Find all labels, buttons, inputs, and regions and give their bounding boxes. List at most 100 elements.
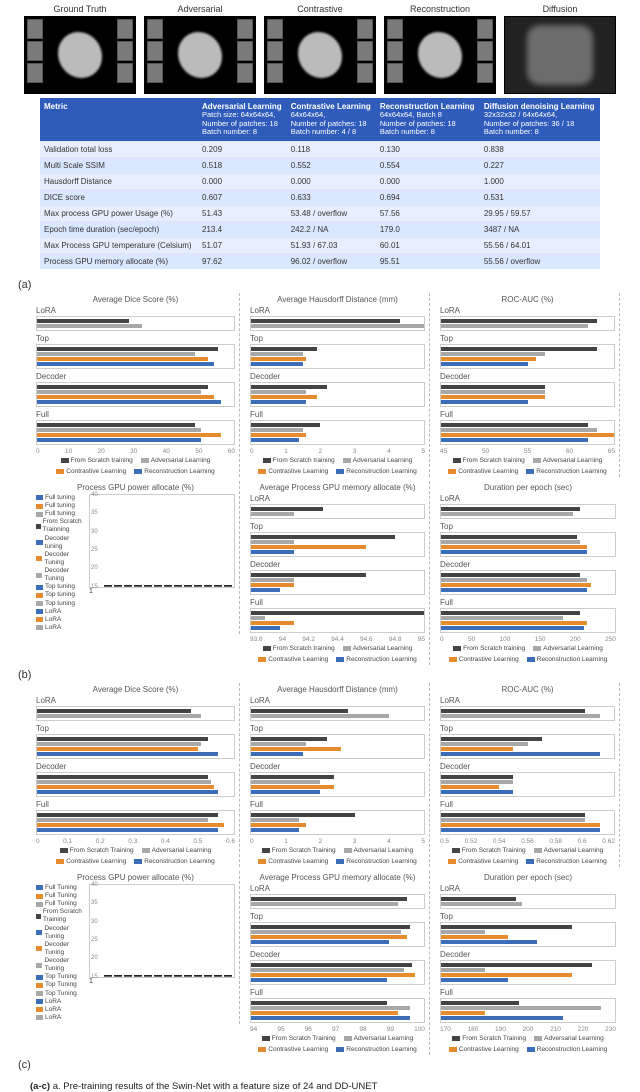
bar-scratch: [37, 775, 208, 779]
bar-adv: [251, 324, 424, 328]
chart-title: Duration per epoch (sec): [440, 873, 616, 882]
bar-recon: [251, 588, 280, 592]
box-legend-item: Decoder Tuning: [36, 551, 87, 567]
legend-item: Reconstruction Learning: [134, 858, 214, 865]
panel-label-c: (c): [0, 1055, 640, 1073]
bar-recon: [251, 752, 303, 756]
bar-contr: [251, 1011, 398, 1015]
panel-label-b: (b): [0, 665, 640, 683]
bar-contr: [37, 395, 214, 399]
bar-group: Decoder: [250, 372, 425, 407]
bar-scratch: [441, 813, 585, 817]
metric-value: 0.531: [480, 189, 600, 205]
metric-value: 53.48 / overflow: [287, 205, 376, 221]
bar-chart: Average Dice Score (%)LoRATopDecoderFull…: [30, 293, 240, 477]
metric-name: DICE score: [40, 189, 198, 205]
bar-group: Full: [440, 410, 615, 445]
legend-item: Contrastive Learning: [448, 858, 518, 865]
bar-contr: [251, 973, 415, 977]
bar-contr: [441, 785, 499, 789]
metric-value: 0.607: [198, 189, 287, 205]
bar-contr: [251, 747, 341, 751]
bar-group: Full: [250, 988, 425, 1023]
x-ticks: 949596979899100: [250, 1026, 425, 1033]
bar-scratch: [441, 737, 542, 741]
metric-value: 60.01: [376, 237, 480, 253]
bar-scratch: [251, 963, 412, 967]
bar-scratch: [251, 709, 348, 713]
x-ticks: 93.89494.294.494.694.895: [250, 636, 425, 643]
bar-adv: [251, 902, 398, 906]
bar-adv: [37, 714, 201, 718]
category-label: Full: [250, 598, 425, 607]
legend-item: Adversarial Learning: [344, 847, 414, 854]
metric-value: 51.93 / 67.03: [287, 237, 376, 253]
metric-value: 51.43: [198, 205, 287, 221]
bar-adv: [441, 780, 513, 784]
metric-value: 0.554: [376, 157, 480, 173]
bar-chart: Duration per epoch (sec)LoRATopDecoderFu…: [434, 481, 620, 665]
bar-scratch: [441, 775, 513, 779]
bar-scratch: [441, 319, 597, 323]
chart-title: Average Process GPU memory allocate (%): [250, 873, 425, 882]
bar-adv: [441, 1006, 601, 1010]
bar-contr: [251, 357, 306, 361]
chart-legend: From Scratch trainingAdversarial Learnin…: [36, 457, 235, 475]
box-legend-item: LoRA: [36, 624, 87, 632]
metric-name: Process GPU memory allocate (%): [40, 253, 198, 269]
bar-recon: [251, 362, 303, 366]
bar-adv: [441, 512, 573, 516]
bar-scratch: [251, 423, 320, 427]
bar-group: Decoder: [250, 762, 425, 797]
bar-scratch: [441, 925, 572, 929]
chart-legend: From Scratch trainingAdversarial Learnin…: [440, 457, 615, 475]
category-label: Decoder: [36, 762, 235, 771]
bar-group: Full: [36, 410, 235, 445]
x-ticks: 170180190200210220230: [440, 1026, 616, 1033]
legend-item: From Scratch training: [263, 457, 335, 464]
bar-group: Decoder: [440, 560, 616, 595]
bar-contr: [441, 357, 536, 361]
legend-item: Adversarial Learning: [141, 457, 211, 464]
bar-scratch: [251, 347, 317, 351]
metric-value: 242.2 / NA: [287, 221, 376, 237]
bar-chart: Average Process GPU memory allocate (%) L…: [244, 481, 430, 665]
bar-contr: [251, 785, 334, 789]
chart-legend: From Scratch trainingAdversarial Learnin…: [250, 645, 425, 663]
legend-item: Reconstruction Learning: [526, 858, 606, 865]
bar-adv: [251, 742, 306, 746]
legend-item: Reconstruction Learning: [527, 1046, 607, 1053]
metric-value: 96.02 / overflow: [287, 253, 376, 269]
bar-recon: [251, 400, 306, 404]
box-legend: Full TuningFull TuningFull TuningFrom Sc…: [36, 884, 87, 1022]
bar-adv: [251, 616, 265, 620]
chart-title: Average Process GPU memory allocate (%): [250, 483, 425, 492]
bar-scratch: [251, 813, 355, 817]
bar-contr: [441, 1011, 485, 1015]
box-legend-item: Top tuning: [36, 600, 87, 608]
bar-scratch: [37, 385, 208, 389]
chart-title: Average Hausdorff Distance (mm): [250, 295, 425, 304]
bar-group: Top: [36, 724, 235, 759]
bar-group: LoRA: [440, 494, 616, 519]
charts-panel-c: Average Dice Score (%)LoRATopDecoderFull…: [0, 683, 640, 1055]
bar-scratch: [37, 423, 195, 427]
bar-group: LoRA: [36, 696, 235, 721]
bar-recon: [441, 626, 584, 630]
bar-group: Top: [250, 522, 425, 557]
bar-adv: [441, 742, 528, 746]
category-label: Top: [440, 522, 616, 531]
category-label: LoRA: [250, 494, 425, 503]
bar-adv: [37, 818, 208, 822]
metric-name: Multi Scale SSIM: [40, 157, 198, 173]
bar-adv: [441, 390, 545, 394]
bar-recon: [441, 362, 528, 366]
legend-item: Contrastive Learning: [56, 468, 126, 475]
metric-name: Max process GPU power Usage (%): [40, 205, 198, 221]
box-legend-item: Full tuning: [36, 510, 87, 518]
bar-scratch: [251, 573, 366, 577]
bar-group: Decoder: [36, 762, 235, 797]
chart-legend: From Scratch trainingAdversarial Learnin…: [250, 457, 425, 475]
box-legend-item: Decoder Tuning: [36, 925, 87, 941]
x-ticks: 012345: [250, 448, 425, 455]
